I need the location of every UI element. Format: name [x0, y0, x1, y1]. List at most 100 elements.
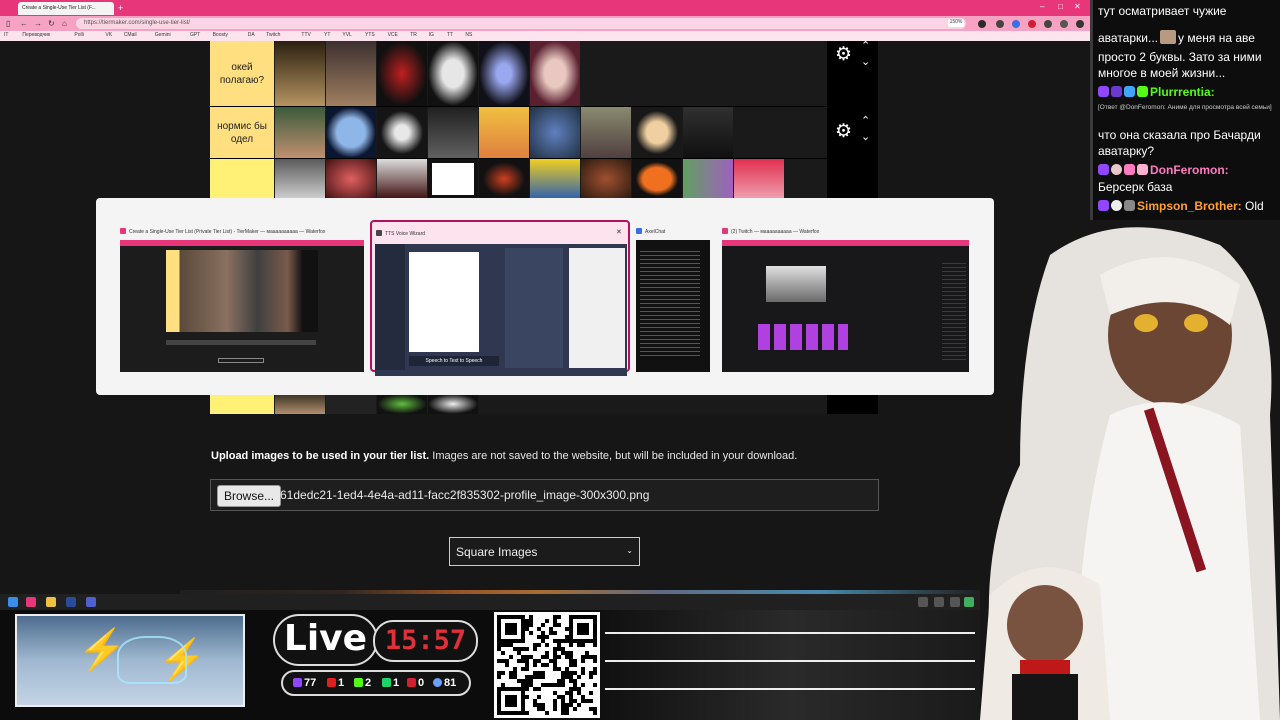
- bookmark-item[interactable]: TT: [447, 32, 453, 38]
- tier-image[interactable]: [326, 107, 376, 158]
- app-taskbar-icon[interactable]: [86, 597, 96, 607]
- extension-icon[interactable]: [996, 20, 1004, 28]
- tier-image[interactable]: [479, 41, 529, 106]
- tray-icon[interactable]: [918, 597, 928, 607]
- bookmark-item[interactable]: VK: [105, 32, 112, 38]
- waterfox-taskbar-icon[interactable]: [26, 597, 36, 607]
- switcher-window-tts-voice-wizard[interactable]: TTS Voice Wizard ✕ Speech to Text to Spe…: [370, 220, 630, 376]
- bookmark-item[interactable]: YT: [324, 32, 330, 38]
- browse-button[interactable]: Browse...: [217, 485, 282, 507]
- bookmark-item[interactable]: YVL: [342, 32, 351, 38]
- chevron-down-icon[interactable]: ⌄: [861, 57, 870, 68]
- tier-label[interactable]: окей полагаю?: [210, 41, 274, 106]
- gear-icon[interactable]: ⚙: [835, 45, 855, 65]
- menu-icon[interactable]: [1076, 20, 1084, 28]
- bookmark-item[interactable]: Gemini: [155, 32, 171, 38]
- switcher-window-axelchat[interactable]: AxelChat: [634, 220, 712, 372]
- tier-image[interactable]: [377, 159, 427, 199]
- badge-icon: [1124, 200, 1135, 211]
- bookmark-icon[interactable]: [978, 20, 986, 28]
- chevron-down-icon[interactable]: ⌄: [861, 132, 870, 143]
- tier-image[interactable]: [581, 159, 631, 199]
- badge-icon: [1137, 164, 1148, 175]
- tier-image[interactable]: [428, 159, 478, 199]
- tier-image[interactable]: [428, 107, 478, 158]
- explorer-taskbar-icon[interactable]: [46, 597, 56, 607]
- tier-image[interactable]: [377, 394, 427, 414]
- back-icon[interactable]: ←: [20, 19, 28, 28]
- file-input[interactable]: Browse... 61dedc21-1ed4-4e4a-ad11-facc2f…: [210, 479, 879, 511]
- maximize-icon[interactable]: □: [1058, 2, 1063, 11]
- tier-image[interactable]: [428, 41, 478, 106]
- url-input[interactable]: https://tiermaker.com/single-use-tier-li…: [76, 18, 966, 29]
- tier-image[interactable]: [530, 107, 580, 158]
- tier-image[interactable]: [479, 107, 529, 158]
- reload-icon[interactable]: ↻: [48, 19, 55, 28]
- tier-image[interactable]: [428, 394, 478, 414]
- extension-icon[interactable]: [1044, 20, 1052, 28]
- tier-label[interactable]: нормис бы одел: [210, 107, 274, 158]
- bookmark-item[interactable]: NS: [465, 32, 472, 38]
- tier-image[interactable]: [275, 41, 325, 106]
- tray-icon[interactable]: [950, 597, 960, 607]
- qr-module: [537, 687, 541, 691]
- bookmark-item[interactable]: Twitch: [266, 32, 280, 38]
- bookmark-item[interactable]: IG: [429, 32, 434, 38]
- qr-module: [521, 639, 525, 643]
- tier-images: [275, 41, 827, 106]
- extension-icon[interactable]: [1012, 20, 1020, 28]
- tier-image[interactable]: [326, 159, 376, 199]
- zoom-badge[interactable]: 150%: [948, 19, 964, 27]
- bookmark-item[interactable]: IT: [4, 32, 8, 38]
- qr-module: [589, 675, 593, 679]
- download-icon[interactable]: [1060, 20, 1068, 28]
- tier-image[interactable]: [275, 107, 325, 158]
- tier-image[interactable]: [377, 107, 427, 158]
- close-icon[interactable]: ✕: [1074, 2, 1081, 11]
- bookmark-item[interactable]: TTV: [301, 32, 310, 38]
- switcher-window-twitch[interactable]: (2) Twitch — маааааааааа — Waterfox: [720, 220, 970, 372]
- tier-image[interactable]: [734, 159, 784, 199]
- shield-icon[interactable]: [1028, 20, 1036, 28]
- tier-image[interactable]: [632, 159, 682, 199]
- twitch-icon: [1098, 164, 1109, 175]
- tier-image[interactable]: [530, 41, 580, 106]
- bookmark-item[interactable]: Boosty: [213, 32, 228, 38]
- chevron-up-icon[interactable]: ⌃: [861, 116, 870, 127]
- tier-image[interactable]: [530, 159, 580, 199]
- tier-image[interactable]: [683, 107, 733, 158]
- tier-image[interactable]: [581, 107, 631, 158]
- bookmark-item[interactable]: TR: [410, 32, 417, 38]
- chevron-up-icon[interactable]: ⌃: [861, 41, 870, 52]
- start-icon[interactable]: [8, 597, 18, 607]
- tier-image[interactable]: [326, 394, 376, 414]
- home-icon[interactable]: ⌂: [62, 19, 67, 28]
- bookmark-item[interactable]: DA: [248, 32, 255, 38]
- speech-to-text-button[interactable]: Speech to Text to Speech: [409, 356, 499, 366]
- app-taskbar-icon[interactable]: [66, 597, 76, 607]
- forward-icon[interactable]: →: [34, 19, 42, 28]
- image-shape-select[interactable]: Square Images ⌄: [449, 537, 640, 566]
- switcher-window-tiermaker[interactable]: Create a Single-Use Tier List (Private T…: [118, 220, 366, 372]
- new-tab-icon[interactable]: +: [118, 3, 123, 13]
- gear-icon[interactable]: ⚙: [835, 122, 855, 142]
- tier-image[interactable]: [377, 41, 427, 106]
- bookmark-item[interactable]: YTS: [365, 32, 375, 38]
- bookmark-item[interactable]: VCE: [388, 32, 398, 38]
- bookmark-item[interactable]: Polli: [74, 32, 83, 38]
- chat-scrollbar[interactable]: [1090, 0, 1093, 220]
- browser-tab[interactable]: Create a Single-Use Tier List (F...: [18, 2, 114, 15]
- close-icon[interactable]: ✕: [616, 228, 622, 236]
- tier-image[interactable]: [683, 159, 733, 199]
- tier-image[interactable]: [275, 159, 325, 199]
- bookmark-item[interactable]: CMail: [124, 32, 137, 38]
- tier-image[interactable]: [275, 394, 325, 414]
- tray-icon[interactable]: [934, 597, 944, 607]
- tier-image[interactable]: [632, 107, 682, 158]
- tier-image[interactable]: [326, 41, 376, 106]
- sidebar-icon[interactable]: ▯: [6, 19, 10, 28]
- bookmark-item[interactable]: GPT: [190, 32, 200, 38]
- minimize-icon[interactable]: –: [1040, 2, 1044, 11]
- tier-image[interactable]: [479, 159, 529, 199]
- bookmark-item[interactable]: Переводчик: [22, 32, 50, 38]
